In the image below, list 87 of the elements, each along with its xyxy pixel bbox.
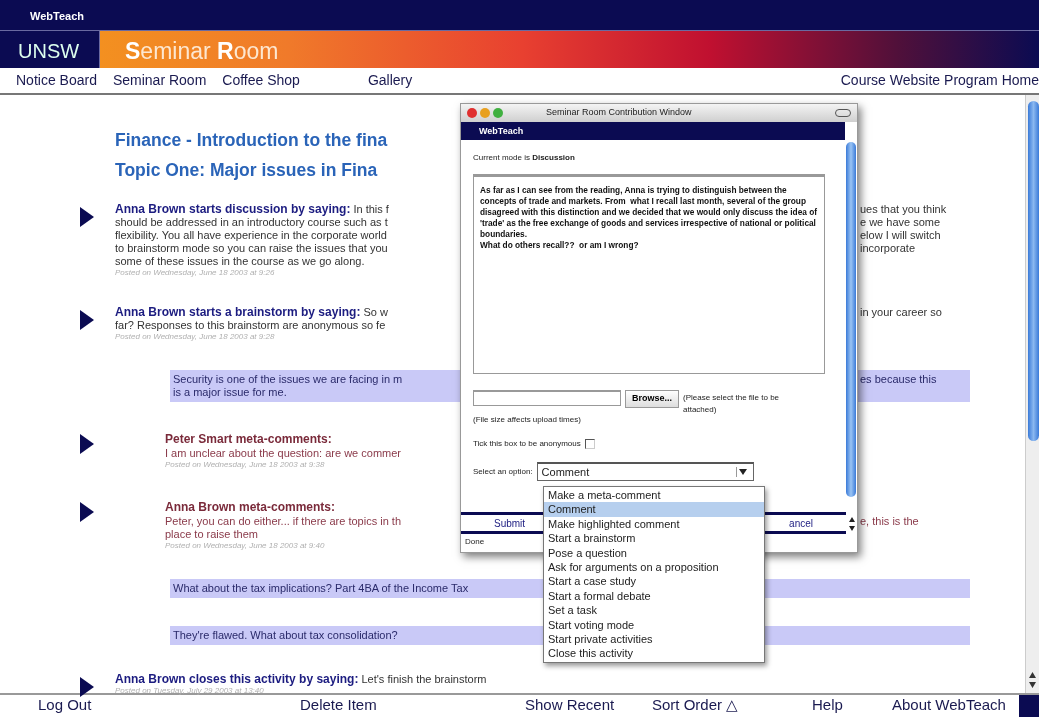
option-item[interactable]: Pose a question — [544, 545, 764, 561]
post-text: Security is one of the issues we are facing in m — [173, 373, 403, 385]
anonymous-checkbox[interactable] — [584, 439, 595, 449]
option-item[interactable]: Set a task — [544, 603, 764, 618]
window-app-name: WebTeach — [479, 126, 524, 136]
post-text: e we have some — [860, 216, 941, 228]
footer-link[interactable]: Delete Item — [300, 696, 377, 714]
option-item[interactable]: Close this activity — [544, 646, 764, 661]
post-text: e, this is the — [860, 515, 919, 527]
scroll-arrows-icon[interactable] — [1028, 671, 1037, 689]
size-hint: (File size affects upload times) — [473, 415, 581, 424]
post-date: Posted on Wednesday, June 18 2003 at 9:28 — [115, 332, 275, 341]
nav-link-item[interactable]: Program Home — [944, 70, 1039, 91]
post-text: elow I will switch — [860, 229, 941, 241]
scroll-arrows-icon[interactable] — [848, 516, 856, 532]
nav-link-item[interactable]: Seminar Room — [112, 70, 207, 91]
expand-arrow-icon[interactable] — [80, 431, 94, 451]
nav-link-item[interactable]: Notice Board — [16, 70, 97, 91]
footer-link[interactable]: Log Out — [38, 696, 92, 714]
post-text: ues that you think — [860, 203, 947, 215]
brand-name: UNSW — [18, 40, 80, 62]
post-author: Anna Brown meta-comments: — [165, 500, 336, 514]
post-date: Posted on Wednesday, June 18 2003 at 9:26 — [115, 268, 275, 277]
nav-link-item[interactable]: Coffee Shop — [222, 70, 300, 91]
file-path-field[interactable] — [473, 390, 621, 406]
post-date: Posted on Tuesday, July 29 2003 at 13:40 — [115, 686, 264, 695]
post-text: in your career so — [860, 306, 942, 318]
page-heading: Topic One: Major issues in Fina — [115, 160, 378, 180]
footer-link[interactable]: Help — [812, 696, 843, 714]
dropdown-arrow-icon[interactable] — [735, 466, 749, 478]
option-item[interactable]: Start a formal debate — [544, 588, 764, 604]
post-text: to brainstorm mode so you can raise the issues that you — [115, 242, 388, 254]
status-text: Done — [465, 537, 485, 546]
option-item[interactable]: Start a case study — [544, 574, 764, 589]
post-text: They're flawed. What about tax consolidation? — [173, 629, 398, 641]
expand-arrow-icon[interactable] — [80, 499, 94, 519]
post-text: es because this — [860, 373, 937, 385]
post-text: So w — [363, 306, 388, 318]
post-author: Anna Brown closes this activity by saying: — [115, 672, 359, 686]
post-text: flexibility. You all have experience in the corporate world — [115, 229, 387, 241]
post-text: Peter, you can do either... if there are topics in th — [165, 515, 402, 527]
option-item[interactable]: Make highlighted comment — [544, 516, 764, 532]
expand-arrow-icon[interactable] — [80, 204, 94, 224]
window-title: Seminar Room Contribution Window — [546, 106, 693, 120]
option-item[interactable]: Start voting mode — [544, 617, 764, 633]
post-text: some of these issues in the course as we go along. — [115, 255, 365, 267]
post-text: What about the tax implications? Part 4BA of the Income Tax — [173, 582, 469, 594]
option-item[interactable]: Comment — [544, 502, 764, 517]
message-field[interactable]: As far as I can see from the reading, Anna is trying to distinguish between the concepts of trade and markets. From what I recall last month, several of the group disagreed with this distinction and we decided that we would only discuss the idea of 'trade' as the free exchange of goods and services irrespective of national or political boundaries. What do others recall?? or am I wrong? — [473, 174, 825, 374]
post-text: place to raise them — [165, 528, 258, 540]
post-text: should be addressed in an introductory course such as t — [115, 216, 388, 228]
submit-button[interactable]: Submit — [494, 515, 526, 531]
nav-link-item[interactable]: Course Website — [840, 70, 941, 91]
mode-label: Current mode is Discussion — [473, 152, 576, 164]
post-text: incorporate — [860, 242, 916, 254]
option-select[interactable]: Comment — [536, 462, 754, 481]
nav-link-item[interactable]: Gallery — [367, 70, 413, 91]
post-text: I am unclear about the question: are we commer — [165, 447, 401, 459]
post-date: Posted on Wednesday, June 18 2003 at 9:38 — [165, 460, 325, 469]
post-text: is a major issue for me. — [173, 386, 287, 398]
app-name: WebTeach — [30, 10, 84, 22]
banner-title: Seminar Room — [125, 38, 279, 64]
option-item[interactable]: Make a meta-comment — [544, 488, 764, 503]
post-text: In this f — [353, 203, 389, 215]
post-date: Posted on Wednesday, June 18 2003 at 9:40 — [165, 541, 325, 550]
expand-arrow-icon[interactable] — [80, 307, 94, 327]
cancel-button[interactable]: ancel — [789, 515, 813, 531]
anonymous-label: Tick this box to be anonymous — [473, 438, 581, 450]
option-item[interactable]: Ask for arguments on a proposition — [544, 560, 764, 575]
file-hint: (Please select the file to be attached) — [683, 392, 781, 416]
page-heading: Finance - Introduction to the fina — [115, 130, 388, 150]
browse-button[interactable]: Browse... — [625, 390, 679, 408]
post-text: far? Responses to this brainstorm are anonymous so fe — [115, 319, 386, 331]
scrollbar[interactable] — [1025, 95, 1039, 693]
option-label: Select an option: — [473, 465, 533, 478]
post-author: Anna Brown starts discussion by saying: — [115, 202, 351, 216]
footer-link[interactable]: About WebTeach — [892, 696, 1006, 714]
scrollbar[interactable] — [846, 142, 856, 497]
option-item[interactable]: Start a brainstorm — [544, 531, 764, 546]
post-author: Peter Smart meta-comments: — [165, 432, 332, 446]
footer-link[interactable]: Sort Order △ — [652, 696, 739, 714]
footer-corner — [1019, 695, 1039, 717]
expand-arrow-icon[interactable] — [80, 674, 94, 694]
post-text: Let's finish the brainstorm — [361, 673, 487, 685]
post-author: Anna Brown starts a brainstorm by saying: — [115, 305, 361, 319]
footer-link[interactable]: Show Recent — [525, 696, 615, 714]
option-item[interactable]: Start private activities — [544, 632, 764, 647]
